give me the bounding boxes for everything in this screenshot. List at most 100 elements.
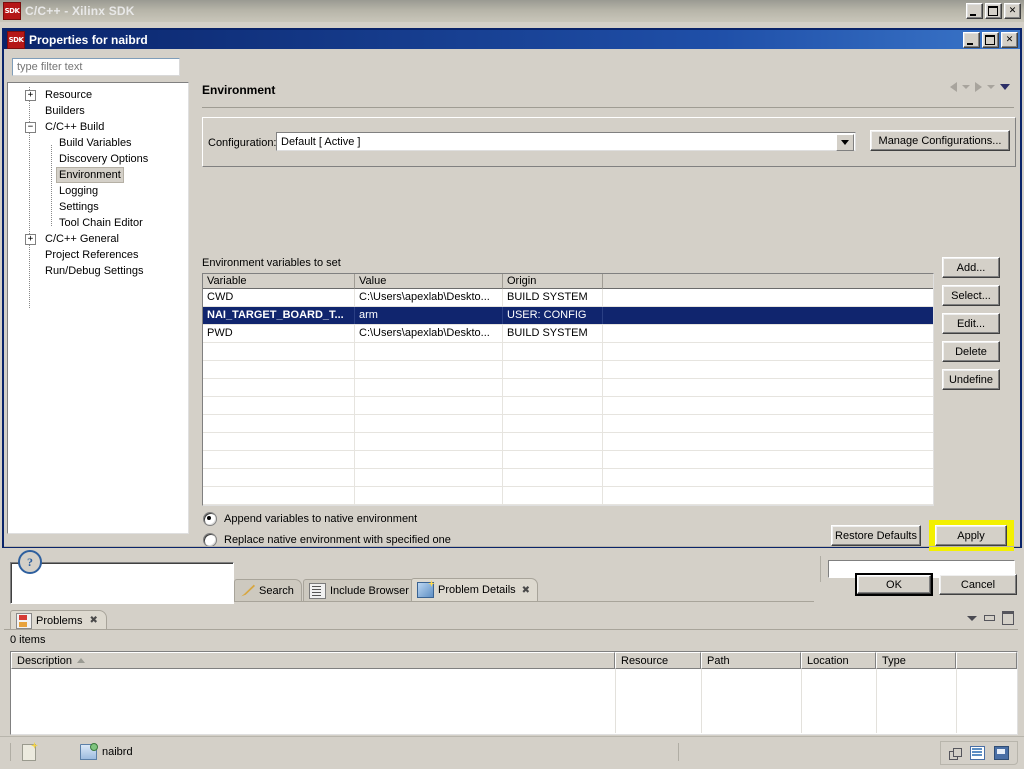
dialog-maximize-button[interactable] bbox=[982, 32, 999, 48]
help-icon[interactable]: ? bbox=[18, 550, 42, 574]
table-row-empty[interactable] bbox=[203, 433, 933, 451]
select-button[interactable]: Select... bbox=[942, 285, 1000, 306]
cell-empty bbox=[603, 343, 933, 360]
radio-replace-indicator[interactable] bbox=[203, 533, 217, 547]
tab-include-browser[interactable]: Include Browser bbox=[303, 579, 417, 601]
cell-filler bbox=[603, 289, 933, 306]
sidebar-item-project-references[interactable]: Project References bbox=[8, 247, 188, 263]
collapse-icon-cpp-build[interactable]: − bbox=[25, 121, 36, 133]
cell-empty bbox=[503, 451, 603, 468]
sdk-close-button[interactable]: ✕ bbox=[1004, 3, 1021, 19]
ok-button[interactable]: OK bbox=[855, 573, 933, 596]
sdk-window-controls[interactable]: ✕ bbox=[966, 3, 1021, 19]
cell-empty bbox=[503, 361, 603, 378]
column-header-value[interactable]: Value bbox=[355, 274, 503, 289]
sidebar-item-logging[interactable]: Logging bbox=[8, 183, 188, 199]
radio-append-variables[interactable]: Append variables to native environment bbox=[203, 512, 417, 526]
table-row[interactable]: NAI_TARGET_BOARD_T... arm USER: CONFIG bbox=[203, 307, 933, 325]
sidebar-item-build-variables[interactable]: Build Variables bbox=[8, 135, 188, 151]
expand-icon-resource[interactable]: + bbox=[25, 89, 36, 101]
preference-tree[interactable]: + Resource Builders − C/C++ Build Build … bbox=[7, 82, 189, 534]
filter-input[interactable] bbox=[12, 58, 180, 76]
problems-table[interactable]: Description Resource Path Location Type bbox=[10, 651, 1018, 735]
column-header-path-label: Path bbox=[707, 654, 730, 667]
sidebar-item-logging-label: Logging bbox=[59, 185, 99, 197]
sidebar-item-cpp-general[interactable]: + C/C++ General bbox=[8, 231, 188, 247]
sdk-window-title: C/C++ - Xilinx SDK bbox=[25, 4, 135, 18]
column-header-variable[interactable]: Variable bbox=[203, 274, 355, 289]
sidebar-item-cpp-build[interactable]: − C/C++ Build bbox=[8, 119, 188, 135]
sidebar-item-project-references-label: Project References bbox=[45, 249, 139, 261]
problems-table-header: Description Resource Path Location Type bbox=[11, 652, 1017, 669]
back-history-chevron-down-icon[interactable] bbox=[962, 85, 970, 89]
sidebar-item-discovery-options[interactable]: Discovery Options bbox=[8, 151, 188, 167]
tab-problems[interactable]: Problems ✖ bbox=[10, 610, 107, 630]
restore-defaults-button[interactable]: Restore Defaults bbox=[831, 525, 921, 546]
radio-append-indicator[interactable] bbox=[203, 512, 217, 526]
edit-button[interactable]: Edit... bbox=[942, 313, 1000, 334]
ok-button-label: OK bbox=[857, 575, 931, 594]
configuration-combo[interactable]: Default [ Active ] bbox=[276, 132, 856, 151]
sidebar-item-environment[interactable]: Environment bbox=[8, 167, 188, 183]
cell-empty bbox=[203, 505, 355, 506]
manage-configurations-button[interactable]: Manage Configurations... bbox=[870, 130, 1010, 151]
table-row[interactable]: PWD C:\Users\apexlab\Deskto... BUILD SYS… bbox=[203, 325, 933, 343]
cell-empty bbox=[355, 451, 503, 468]
table-row-empty[interactable] bbox=[203, 361, 933, 379]
apply-button[interactable]: Apply bbox=[935, 525, 1007, 546]
add-button[interactable]: Add... bbox=[942, 257, 1000, 278]
radio-replace-environment[interactable]: Replace native environment with specifie… bbox=[203, 533, 451, 547]
dialog-window-controls[interactable]: ✕ bbox=[963, 32, 1018, 48]
forward-history-chevron-down-icon[interactable] bbox=[987, 85, 995, 89]
sidebar-item-settings[interactable]: Settings bbox=[8, 199, 188, 215]
sidebar-item-tool-chain-editor[interactable]: Tool Chain Editor bbox=[8, 215, 188, 231]
arrow-left-icon[interactable] bbox=[950, 82, 957, 92]
table-row-empty[interactable] bbox=[203, 451, 933, 469]
list-icon[interactable] bbox=[970, 746, 985, 760]
sidebar-item-builders-label: Builders bbox=[45, 105, 85, 117]
view-menu-icon[interactable] bbox=[967, 615, 977, 621]
page-menu-chevron-down-icon[interactable] bbox=[1000, 84, 1010, 90]
column-header-variable-label: Variable bbox=[207, 275, 247, 287]
delete-button[interactable]: Delete bbox=[942, 341, 1000, 362]
column-header-path[interactable]: Path bbox=[701, 652, 801, 669]
sidebar-item-resource[interactable]: + Resource bbox=[8, 87, 188, 103]
column-header-resource[interactable]: Resource bbox=[615, 652, 701, 669]
cell-empty bbox=[603, 469, 933, 486]
dialog-minimize-button[interactable] bbox=[963, 32, 980, 48]
table-row-empty[interactable] bbox=[203, 469, 933, 487]
problems-minimize-icon[interactable] bbox=[984, 615, 995, 621]
monitor-icon[interactable] bbox=[994, 746, 1009, 760]
screen: SDK C/C++ - Xilinx SDK ✕ Search Include … bbox=[0, 0, 1024, 769]
chevron-down-icon[interactable] bbox=[836, 134, 854, 151]
arrow-right-icon[interactable] bbox=[975, 82, 982, 92]
column-header-origin[interactable]: Origin bbox=[503, 274, 603, 289]
column-header-type[interactable]: Type bbox=[876, 652, 956, 669]
sidebar-item-builders[interactable]: Builders bbox=[8, 103, 188, 119]
sdk-minimize-button[interactable] bbox=[966, 3, 983, 19]
table-row-empty[interactable] bbox=[203, 379, 933, 397]
left-view-panel[interactable] bbox=[10, 562, 234, 604]
cancel-button[interactable]: Cancel bbox=[939, 574, 1017, 595]
sdk-maximize-button[interactable] bbox=[985, 3, 1002, 19]
table-row-empty[interactable] bbox=[203, 487, 933, 505]
radio-replace-label: Replace native environment with specifie… bbox=[224, 534, 451, 546]
undefine-button[interactable]: Undefine bbox=[942, 369, 1000, 390]
dialog-close-button[interactable]: ✕ bbox=[1001, 32, 1018, 48]
table-row[interactable]: CWD C:\Users\apexlab\Deskto... BUILD SYS… bbox=[203, 289, 933, 307]
table-row-empty[interactable] bbox=[203, 415, 933, 433]
table-row-empty[interactable] bbox=[203, 505, 933, 506]
environment-table[interactable]: Variable Value Origin CWD C:\Users\apexl… bbox=[202, 273, 934, 506]
expand-icon-cpp-general[interactable]: + bbox=[25, 233, 36, 245]
tile-icon[interactable] bbox=[949, 747, 962, 760]
table-row-empty[interactable] bbox=[203, 397, 933, 415]
problems-tab-close-icon[interactable]: ✖ bbox=[89, 615, 97, 626]
sidebar-item-run-debug-settings[interactable]: Run/Debug Settings bbox=[8, 263, 188, 279]
tab-search[interactable]: Search bbox=[234, 579, 302, 601]
column-header-description[interactable]: Description bbox=[11, 652, 615, 669]
table-row-empty[interactable] bbox=[203, 343, 933, 361]
problems-maximize-icon[interactable] bbox=[1002, 611, 1014, 625]
tab-close-icon[interactable]: ✖ bbox=[522, 585, 530, 596]
tab-problem-details[interactable]: Problem Details ✖ bbox=[411, 578, 539, 601]
column-header-location[interactable]: Location bbox=[801, 652, 876, 669]
